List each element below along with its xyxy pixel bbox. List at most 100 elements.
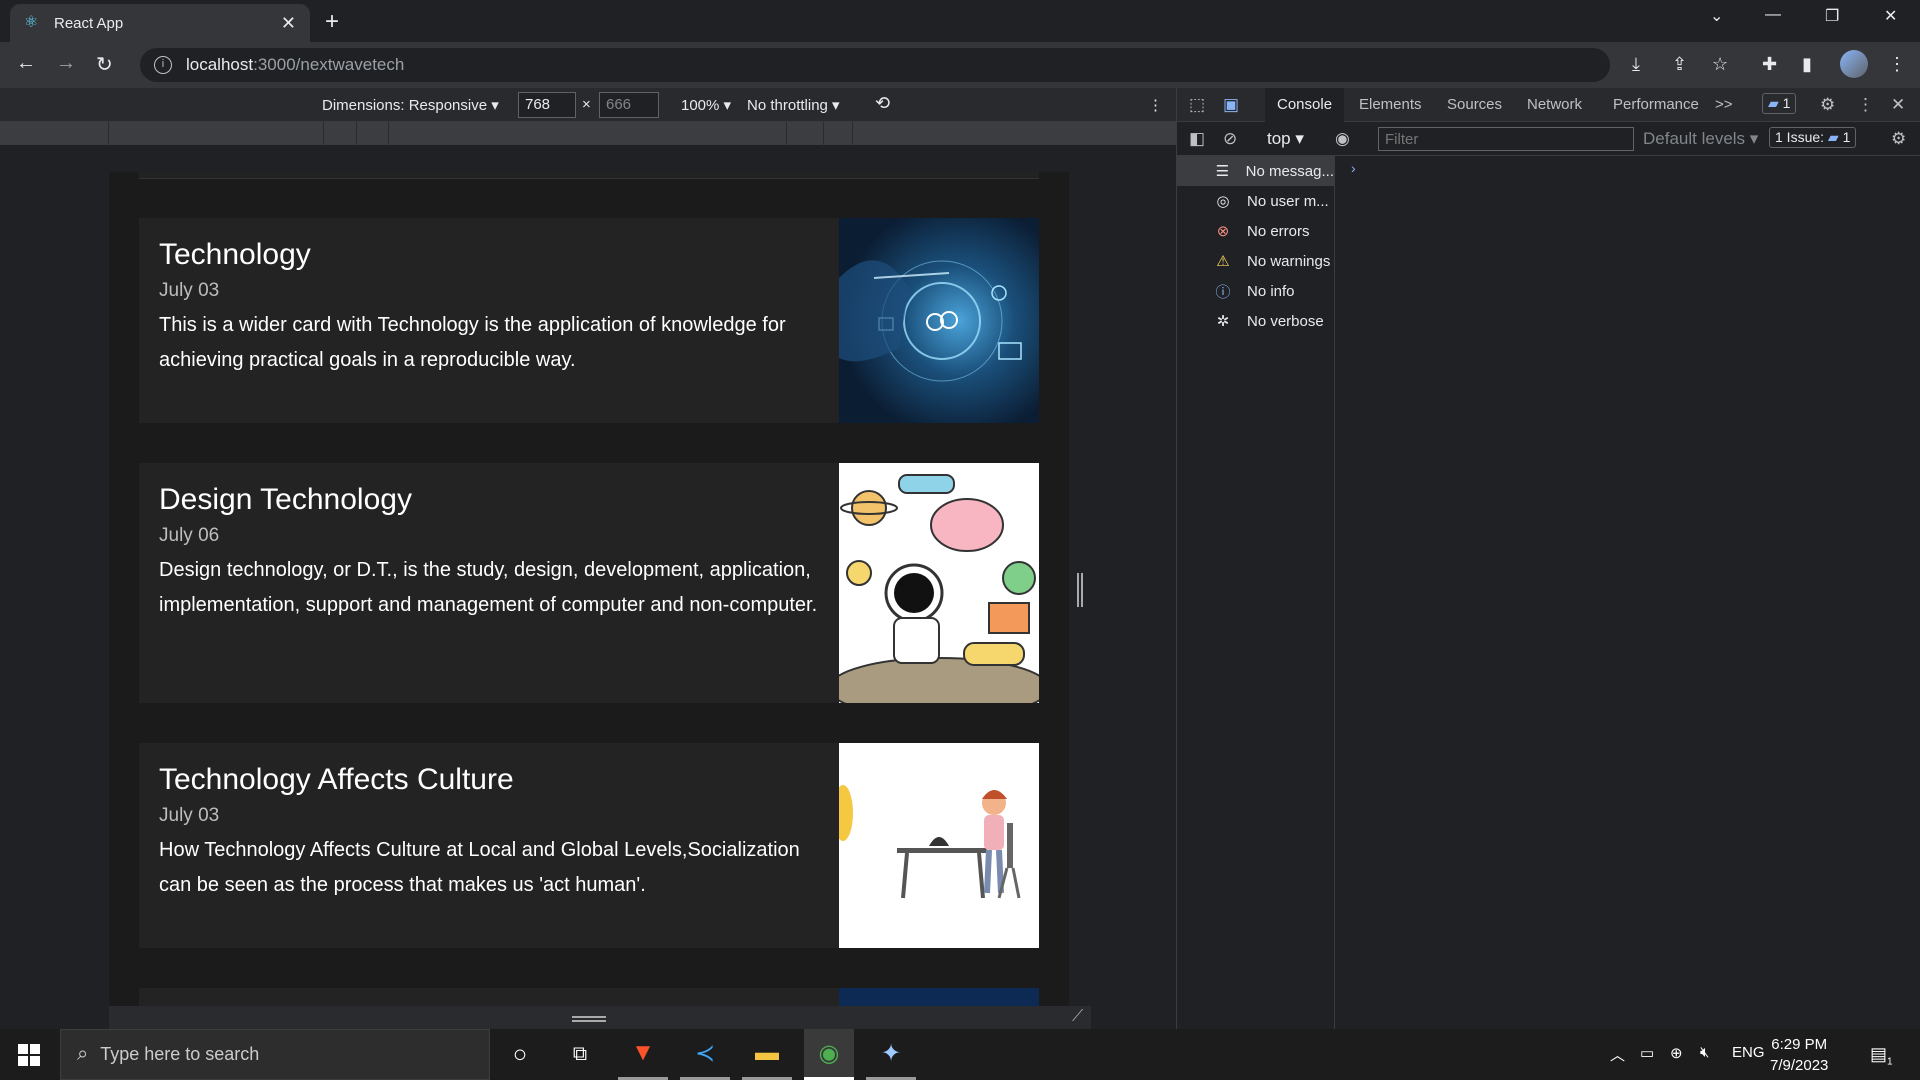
- volume-muted-icon[interactable]: 🔇︎: [1700, 1044, 1709, 1061]
- sidebar-item-messages[interactable]: ☰ No messag...: [1177, 156, 1334, 186]
- card-date: July 03: [159, 805, 220, 826]
- sidebar-item-warnings[interactable]: ⚠ No warnings: [1177, 246, 1334, 276]
- card-text: Technology Affects Culture July 03 How T…: [139, 743, 839, 948]
- error-icon: ⊗: [1216, 223, 1230, 240]
- tab-elements[interactable]: Elements: [1359, 96, 1422, 113]
- notifications-icon[interactable]: ▤1: [1870, 1044, 1893, 1068]
- minimize-button[interactable]: —: [1765, 6, 1781, 24]
- page-content: Technology July 03 This is a wider card …: [109, 172, 1069, 1006]
- network-globe-icon[interactable]: ⊕: [1670, 1044, 1683, 1062]
- astronaut-illustration: [839, 463, 1039, 703]
- clear-console-icon[interactable]: ⊘: [1223, 129, 1237, 149]
- filter-input[interactable]: [1378, 127, 1634, 151]
- messages-badge[interactable]: ▰ 1: [1762, 93, 1797, 114]
- card-partial: [139, 988, 1039, 1006]
- tab-console[interactable]: Console: [1265, 88, 1345, 122]
- inspect-element-icon[interactable]: ⬚: [1189, 95, 1205, 115]
- console-settings-icon[interactable]: ⚙: [1891, 129, 1906, 149]
- tab-title: React App: [54, 14, 124, 32]
- share-icon[interactable]: ⇪: [1672, 54, 1687, 75]
- throttling-dropdown[interactable]: No throttling ▾: [747, 96, 840, 114]
- menu-icon[interactable]: ⋮: [1888, 54, 1906, 75]
- close-window-button[interactable]: ✕: [1884, 6, 1897, 26]
- forward-icon[interactable]: →: [56, 52, 76, 75]
- restore-button[interactable]: ❐: [1825, 6, 1839, 26]
- technology-image: [839, 218, 1039, 423]
- close-tab-icon[interactable]: ✕: [281, 13, 296, 34]
- react-icon: ⚛: [24, 14, 39, 31]
- app-icon[interactable]: ✦: [866, 1029, 916, 1080]
- card[interactable]: Technology Affects Culture July 03 How T…: [139, 743, 1039, 948]
- site-info-icon[interactable]: i: [154, 56, 172, 74]
- device-toggle-icon[interactable]: ▣: [1223, 95, 1239, 115]
- log-levels-dropdown[interactable]: Default levels ▾: [1643, 129, 1758, 149]
- rotate-icon[interactable]: ⟲: [875, 93, 890, 114]
- zoom-dropdown[interactable]: 100% ▾: [681, 96, 731, 114]
- battery-icon[interactable]: ▭: [1640, 1044, 1654, 1062]
- clock-time: 6:29 PM: [1771, 1036, 1828, 1053]
- sidebar-toggle-icon[interactable]: ◧: [1189, 129, 1205, 149]
- task-view-icon[interactable]: ⧉: [555, 1029, 605, 1080]
- times-label: ×: [582, 96, 591, 113]
- viewport-corner-resize-icon[interactable]: ⟋: [1072, 1008, 1083, 1026]
- new-tab-button[interactable]: +: [325, 8, 339, 36]
- address-bar[interactable]: i localhost :3000/nextwavetech: [140, 48, 1610, 82]
- close-devtools-icon[interactable]: ✕: [1891, 95, 1905, 115]
- height-input[interactable]: 666: [599, 92, 659, 118]
- chrome-icon[interactable]: ◉: [804, 1029, 854, 1080]
- browser-tab[interactable]: ⚛ React App ✕: [10, 4, 310, 42]
- url-path: :3000/nextwavetech: [253, 55, 405, 74]
- tab-network[interactable]: Network: [1527, 96, 1582, 113]
- culture-image: [839, 743, 1039, 948]
- brave-browser-icon[interactable]: ▼: [618, 1029, 668, 1080]
- file-explorer-icon[interactable]: ▬: [742, 1029, 792, 1080]
- side-panel-icon[interactable]: ▮: [1802, 54, 1812, 75]
- console-prompt-chevron-icon[interactable]: ›: [1351, 160, 1356, 176]
- taskbar-search[interactable]: ⌕ Type here to search: [60, 1029, 490, 1080]
- sidebar-item-errors[interactable]: ⊗ No errors: [1177, 216, 1334, 246]
- bookmark-star-icon[interactable]: ☆: [1712, 54, 1728, 75]
- sidebar-item-verbose[interactable]: ✲ No verbose: [1177, 306, 1334, 336]
- warning-icon: ⚠: [1216, 253, 1230, 270]
- profile-avatar[interactable]: [1840, 50, 1868, 78]
- live-expression-eye-icon[interactable]: ◉: [1335, 129, 1350, 149]
- settings-icon[interactable]: ⚙: [1820, 95, 1835, 115]
- install-icon[interactable]: ⤓: [1632, 54, 1640, 75]
- width-input[interactable]: 768: [518, 92, 576, 118]
- card[interactable]: Design Technology July 06 Design technol…: [139, 463, 1039, 703]
- tray-chevron-icon[interactable]: ︿: [1610, 1044, 1625, 1065]
- more-tabs-icon[interactable]: >>: [1715, 96, 1733, 113]
- tab-search-icon[interactable]: ⌄: [1710, 6, 1723, 26]
- media-query-ruler: [0, 122, 1176, 146]
- extensions-icon[interactable]: ✚: [1762, 54, 1777, 75]
- card-title: Technology: [159, 238, 311, 271]
- reload-icon[interactable]: ↻: [96, 52, 113, 77]
- language-indicator[interactable]: ENG: [1732, 1044, 1765, 1061]
- tab-sources[interactable]: Sources: [1447, 96, 1502, 113]
- card-text: Design Technology July 06 Design technol…: [139, 463, 839, 703]
- person-at-desk-illustration: [839, 743, 1039, 948]
- devtools-menu-icon[interactable]: ⋮: [1857, 95, 1874, 115]
- info-icon: ⓘ: [1215, 283, 1231, 301]
- viewport-resize-handle[interactable]: [1077, 573, 1083, 607]
- device-toolbar: Dimensions: Responsive ▾ 768 × 666 100% …: [0, 88, 1176, 122]
- sidebar-item-user-messages[interactable]: ◎ No user m...: [1177, 186, 1334, 216]
- context-selector[interactable]: top ▾: [1267, 129, 1304, 149]
- device-more-icon[interactable]: ⋮: [1148, 96, 1163, 114]
- vscode-icon[interactable]: ≺: [680, 1029, 730, 1080]
- clock[interactable]: 6:29 PM 7/9/2023: [1770, 1034, 1828, 1076]
- tab-performance[interactable]: Performance: [1613, 96, 1699, 113]
- card-description: This is a wider card with Technology is …: [159, 314, 786, 371]
- cortana-icon[interactable]: ○: [495, 1029, 545, 1080]
- dimensions-dropdown[interactable]: Dimensions: Responsive ▾: [322, 96, 499, 114]
- windows-start-icon[interactable]: [18, 1044, 40, 1066]
- sidebar-item-info[interactable]: ⓘ No info: [1177, 276, 1334, 306]
- search-placeholder: Type here to search: [100, 1044, 260, 1064]
- issues-button[interactable]: 1 Issue: ▰ 1: [1769, 127, 1857, 148]
- back-icon[interactable]: ←: [16, 52, 36, 75]
- card[interactable]: Technology July 03 This is a wider card …: [139, 218, 1039, 423]
- card-text: Technology July 03 This is a wider card …: [139, 218, 839, 423]
- user-icon: ◎: [1216, 193, 1230, 210]
- viewport-bottom-resize-handle[interactable]: [572, 1016, 606, 1022]
- card-description: How Technology Affects Culture at Local …: [159, 839, 800, 896]
